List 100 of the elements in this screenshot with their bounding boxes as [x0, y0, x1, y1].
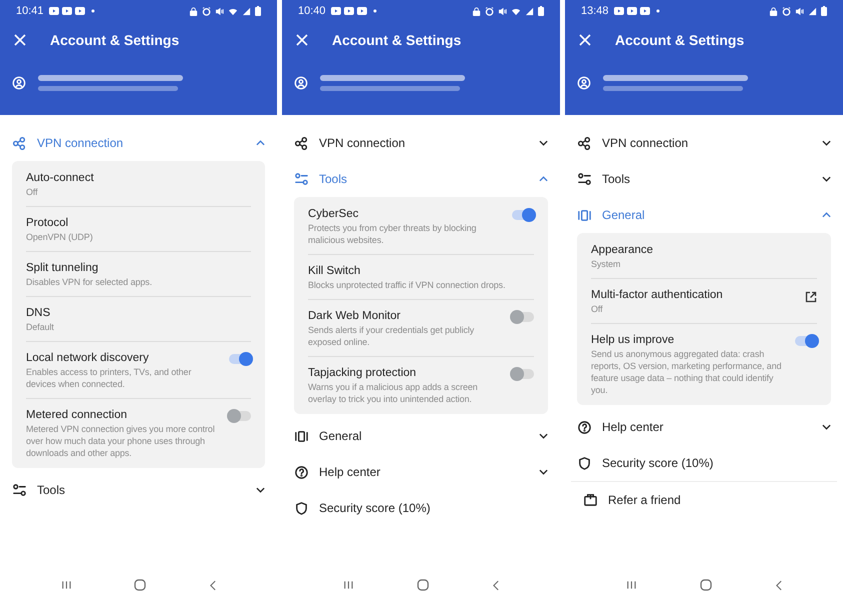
wifi-icon [511, 6, 521, 16]
setting-description: Sends alerts if your credentials get publicly exposed online. [308, 324, 476, 348]
notification-icon [48, 7, 59, 15]
notification-icon [356, 7, 367, 15]
chevron-up-icon [822, 212, 831, 218]
chevron-down-icon [822, 176, 831, 182]
toggle-switch[interactable] [512, 369, 534, 379]
notification-icon [344, 7, 354, 15]
toggle-switch[interactable] [795, 336, 817, 346]
setting-description: Off [591, 303, 604, 315]
setting-description: Disables VPN for selected apps. [26, 276, 153, 288]
back-icon[interactable] [492, 580, 499, 590]
menu-row[interactable]: General [565, 197, 843, 233]
notification-icon [640, 7, 650, 15]
recent-apps-icon[interactable] [626, 580, 638, 590]
account-icon [294, 76, 308, 90]
setting-description: System [591, 258, 622, 270]
recent-apps-icon[interactable] [343, 580, 354, 590]
close-button[interactable] [12, 32, 28, 48]
home-icon[interactable] [416, 579, 429, 591]
shield-icon [294, 500, 309, 516]
mute-icon [215, 6, 224, 16]
chevron-up-icon [539, 176, 548, 182]
dot-icon [90, 9, 95, 13]
setting-title: Dark Web Monitor [308, 309, 402, 324]
home-icon[interactable] [134, 579, 146, 591]
back-icon[interactable] [208, 580, 216, 590]
notification-icon [74, 7, 85, 15]
home-icon[interactable] [700, 579, 712, 591]
chevron-down-icon [539, 469, 548, 475]
external-link-icon[interactable] [805, 291, 817, 303]
menu-row[interactable]: Tools [565, 161, 843, 197]
menu-row[interactable]: Tools [0, 472, 277, 508]
signal-icon [242, 6, 251, 16]
account-icon [12, 76, 26, 90]
recent-apps-icon[interactable] [61, 580, 72, 590]
setting-title: DNS [26, 306, 52, 321]
columns-icon [294, 428, 309, 444]
dot-icon [372, 9, 377, 13]
setting-description: Send us anonymous aggregated data: crash reports, OS version, marketing performance, and feature usage data – nothing that could identify you. [591, 348, 782, 396]
close-button[interactable] [577, 32, 593, 48]
toggle-switch[interactable] [229, 354, 251, 364]
question-circle-icon [577, 420, 592, 434]
lock-icon [472, 6, 481, 16]
lock-icon [769, 6, 778, 16]
nodes-icon [12, 136, 27, 150]
setting-title: Auto-connect [26, 171, 95, 186]
nodes-icon [294, 136, 309, 150]
setting-title: Multi-factor authentication [591, 288, 724, 303]
menu-row[interactable]: Security score (10%) [565, 445, 843, 481]
battery-icon [538, 6, 544, 16]
screen-title: Account & Settings [615, 30, 744, 50]
back-icon[interactable] [774, 580, 782, 590]
close-icon [14, 34, 26, 46]
setting-description: Protects you from cyber threats by blocking malicious websites. [308, 222, 478, 246]
setting-description: Warns you if a malicious app adds a screen overlay to trick you into unintended action. [308, 381, 479, 405]
setting-title: Local network discovery [26, 351, 150, 366]
menu-row[interactable]: Help center [282, 454, 560, 490]
close-icon [579, 34, 591, 46]
sliders-icon [294, 172, 309, 186]
shield-icon [577, 456, 592, 470]
setting-description: Off [26, 186, 39, 198]
signal-icon [525, 6, 534, 16]
menu-row[interactable]: Refer a friend [571, 481, 837, 517]
mute-icon [498, 6, 507, 16]
wifi-icon [228, 6, 238, 16]
toggle-switch[interactable] [229, 411, 251, 421]
signal-icon [808, 6, 817, 16]
toggle-switch[interactable] [512, 312, 534, 322]
menu-row[interactable]: VPN connection [565, 125, 843, 161]
screen-title: Account & Settings [332, 30, 462, 50]
menu-row[interactable]: Tools [282, 161, 560, 197]
setting-description: OpenVPN (UDP) [26, 231, 94, 243]
chevron-down-icon [539, 140, 548, 146]
menu-row[interactable]: Help center [565, 409, 843, 445]
alarm-icon [202, 6, 211, 16]
battery-icon [255, 6, 261, 16]
menu-row[interactable]: VPN connection [282, 125, 560, 161]
lock-icon [189, 6, 198, 16]
status-time: 13:48 [581, 4, 609, 19]
status-time: 10:40 [298, 4, 326, 19]
nodes-icon [577, 136, 592, 150]
notification-icon [62, 7, 72, 15]
mute-icon [795, 6, 804, 16]
account-icon [577, 76, 591, 90]
status-time: 10:41 [16, 4, 44, 19]
setting-title: Appearance [591, 243, 654, 258]
notification-icon [614, 7, 624, 15]
close-button[interactable] [294, 32, 310, 48]
setting-description: Enables access to printers, TVs, and other devices when connected. [26, 366, 192, 390]
menu-row[interactable]: General [282, 418, 560, 454]
toggle-switch[interactable] [512, 210, 534, 220]
setting-description: Blocks unprotected traffic if VPN connection drops. [308, 279, 506, 291]
setting-description: Metered VPN connection gives you more control over how much data your phone uses through downloads and other apps. [26, 423, 216, 459]
gift-box-icon [583, 492, 598, 507]
setting-description: Default [26, 321, 55, 333]
menu-row[interactable]: Security score (10%) [282, 490, 560, 526]
chevron-up-icon [256, 140, 265, 146]
setting-title: Kill Switch [308, 264, 362, 279]
menu-row[interactable]: VPN connection [0, 125, 277, 161]
